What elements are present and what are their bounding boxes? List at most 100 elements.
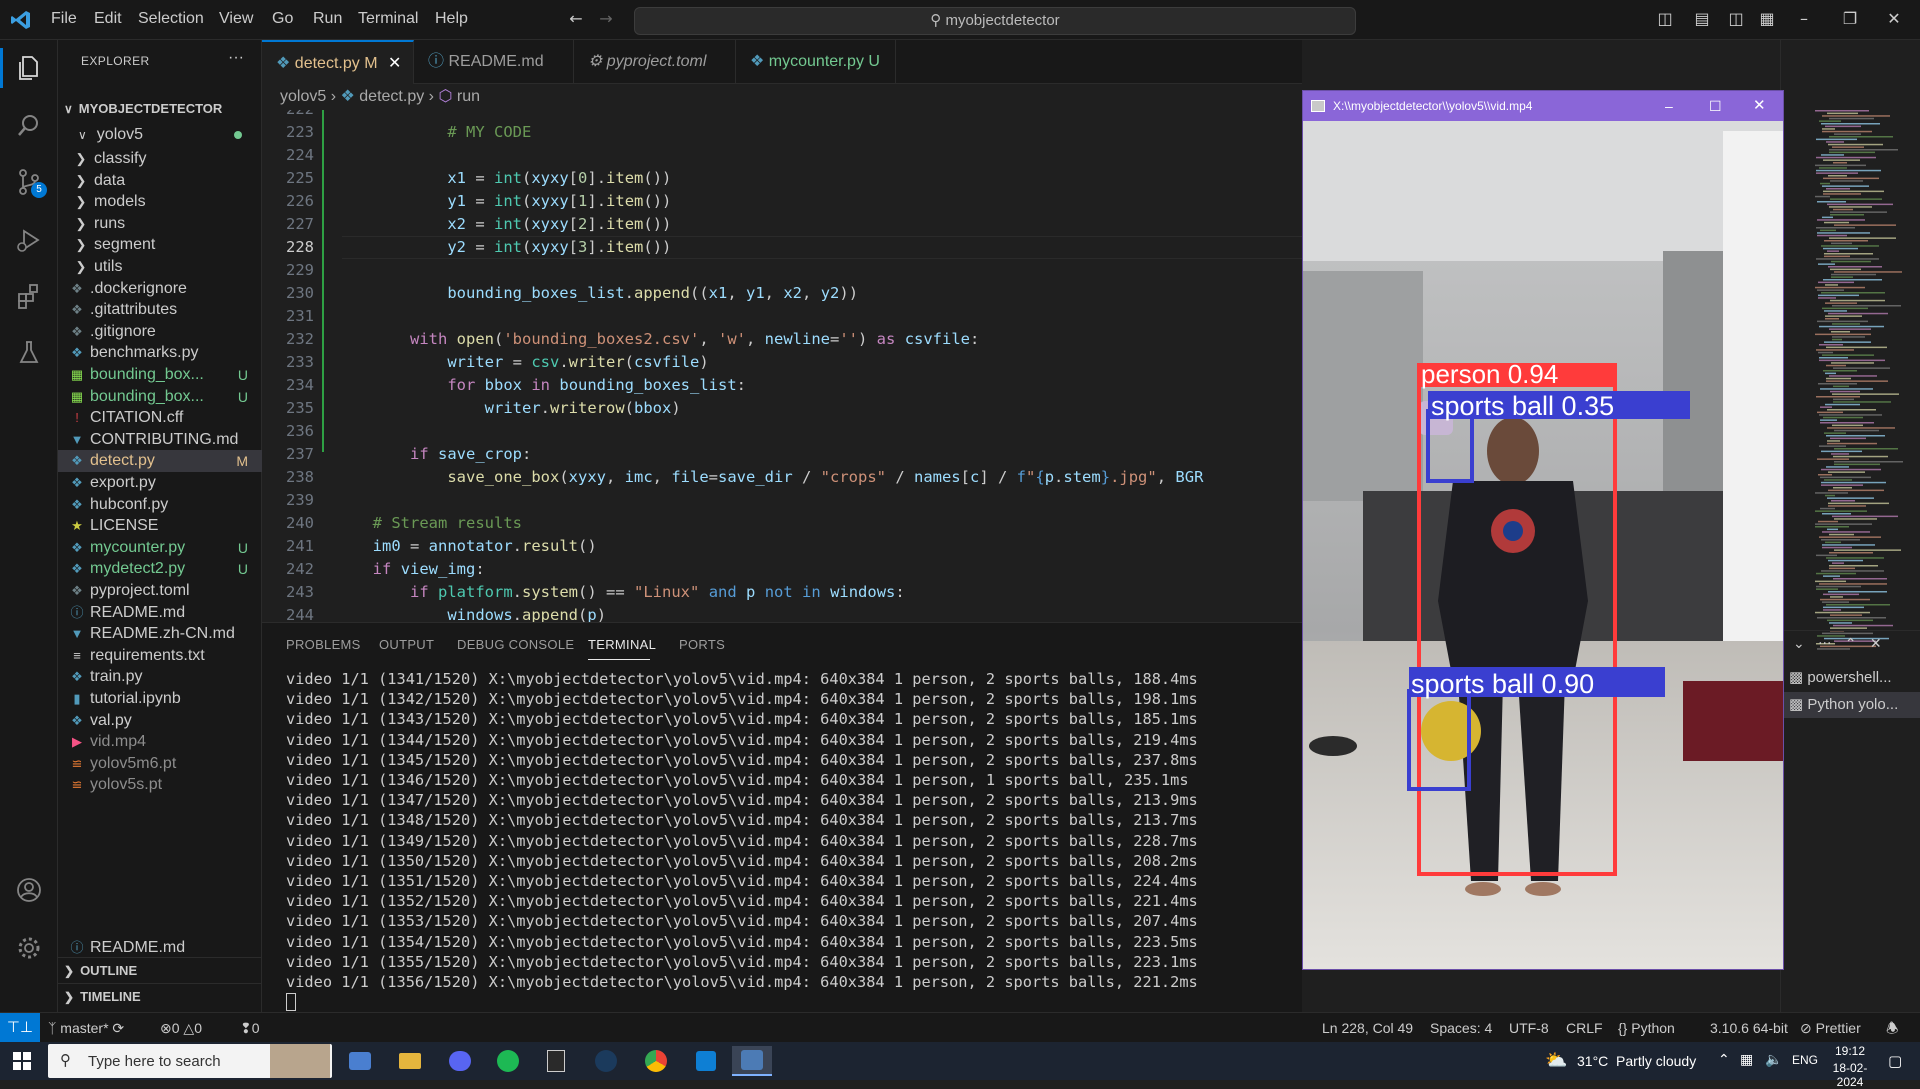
menu-run[interactable]: Run <box>313 10 342 28</box>
forward-arrow-icon[interactable]: → <box>596 9 616 29</box>
tab-mycounter[interactable]: ❖ mycounter.py U <box>736 40 896 84</box>
explorer-file[interactable]: ❖ pyproject.toml <box>58 580 262 602</box>
explorer-file[interactable]: ❖ detect.py M <box>58 450 262 473</box>
network-icon[interactable]: ▦ <box>1740 1052 1753 1068</box>
command-center-search[interactable]: ⚲ myobjectdetector <box>634 7 1356 35</box>
breadcrumb-symbol[interactable]: run <box>457 88 480 105</box>
show-hidden-icons-chevron-icon[interactable]: ⌃ <box>1718 1052 1730 1068</box>
explorer-folder[interactable]: ❯ models <box>58 191 262 213</box>
tab-detect-py[interactable]: ❖ detect.py M ✕ <box>262 40 414 84</box>
panel-tab-problems[interactable]: PROBLEMS <box>286 637 361 652</box>
prettier-status[interactable]: ⊘ Prettier <box>1800 1013 1861 1043</box>
folder-yolov5[interactable]: ∨ yolov5 <box>58 122 262 148</box>
minimap[interactable] <box>1811 110 1920 660</box>
windows-start-icon[interactable] <box>2 1046 42 1076</box>
file-explorer-icon[interactable] <box>390 1046 430 1076</box>
terminal-item-powershell[interactable]: ▩ powershell... <box>1789 666 1920 690</box>
close-window-icon[interactable]: ✕ <box>1884 9 1904 29</box>
explorer-file[interactable]: ▮ tutorial.ipynb <box>58 688 262 710</box>
problems-indicator[interactable]: ⊗0 △0 <box>160 1013 202 1043</box>
encoding[interactable]: UTF-8 <box>1509 1013 1549 1043</box>
search-view-icon[interactable] <box>9 106 49 146</box>
spotify-icon[interactable] <box>488 1046 528 1076</box>
more-actions-icon[interactable]: ··· <box>228 49 244 67</box>
close-window-icon[interactable]: ✕ <box>1753 91 1766 121</box>
menu-terminal[interactable]: Terminal <box>358 10 418 28</box>
explorer-file[interactable]: ❖ hubconf.py <box>58 494 262 516</box>
python-interpreter[interactable]: 3.10.6 64-bit <box>1710 1013 1788 1043</box>
branch-indicator[interactable]: ᛉ master* ⟳ <box>48 1013 124 1043</box>
explorer-file[interactable]: ⓘ README.md <box>58 602 262 624</box>
settings-gear-icon[interactable] <box>9 928 49 968</box>
python-window-taskbar-icon[interactable] <box>732 1046 772 1076</box>
explorer-file[interactable]: ▼ README.zh-CN.md <box>58 623 262 645</box>
menu-edit[interactable]: Edit <box>94 10 122 28</box>
explorer-file[interactable]: ≡ requirements.txt <box>58 645 262 667</box>
menu-view[interactable]: View <box>219 10 253 28</box>
explorer-folder[interactable]: ❯ runs <box>58 213 262 235</box>
explorer-file[interactable]: ❖ val.py <box>58 710 262 732</box>
panel-tab-debug-console[interactable]: DEBUG CONSOLE <box>457 637 574 652</box>
panel-tab-terminal[interactable]: TERMINAL <box>588 637 656 652</box>
maximize-icon[interactable]: ☐ <box>1709 91 1722 121</box>
code-editor[interactable]: 222 223 224 225 226 227 228 229 230 231 232 233 234 2… <box>262 110 1302 622</box>
minimize-icon[interactable]: – <box>1794 9 1814 29</box>
restore-icon[interactable]: ❐ <box>1840 9 1860 29</box>
extensions-icon[interactable] <box>9 276 49 316</box>
tab-readme[interactable]: ⓘ README.md <box>414 40 574 84</box>
epic-games-icon[interactable] <box>536 1046 576 1076</box>
explorer-folder[interactable]: ❯ data <box>58 170 262 192</box>
toggle-panel-icon[interactable]: ▤ <box>1692 9 1712 29</box>
explorer-file[interactable]: ❖ .gitignore <box>58 321 262 343</box>
explorer-file[interactable]: ❖ train.py <box>58 666 262 688</box>
testing-flask-icon[interactable] <box>9 332 49 372</box>
terminal-item-python[interactable]: ▩ Python yolo... <box>1781 692 1920 718</box>
toggle-secondary-sidebar-icon[interactable]: ◫ <box>1726 9 1746 29</box>
taskbar-search-box[interactable]: ⚲ Type here to search <box>48 1044 332 1078</box>
volume-icon[interactable]: 🔈 <box>1765 1052 1782 1068</box>
explorer-file[interactable]: ❖ mycounter.py U <box>58 537 262 559</box>
vscode-taskbar-icon[interactable] <box>686 1046 726 1076</box>
explorer-file[interactable]: ▦ bounding_box... U <box>58 386 262 408</box>
explorer-file[interactable]: ★ LICENSE <box>58 515 262 537</box>
source-control-icon[interactable]: 5 <box>9 162 49 202</box>
workspace-root[interactable]: ∨ MYOBJECTDETECTOR <box>58 96 262 122</box>
ports-indicator[interactable]: ❢0 <box>240 1013 260 1043</box>
run-debug-icon[interactable] <box>9 220 49 260</box>
explorer-file[interactable]: ❖ .gitattributes <box>58 299 262 321</box>
end-of-line[interactable]: CRLF <box>1566 1013 1603 1043</box>
indentation[interactable]: Spaces: 4 <box>1430 1013 1492 1043</box>
remote-indicator-icon[interactable]: ⊤⊥ <box>0 1013 40 1043</box>
language-mode[interactable]: {} Python <box>1618 1013 1675 1043</box>
menu-selection[interactable]: Selection <box>138 10 204 28</box>
account-icon[interactable] <box>9 870 49 910</box>
chrome-icon[interactable] <box>636 1046 676 1076</box>
explorer-file[interactable]: ▦ bounding_box... U <box>58 364 262 386</box>
video-preview-window[interactable]: X:\\myobjectdetector\\yolov5\\vid.mp4 – … <box>1302 90 1784 970</box>
notification-center-icon[interactable]: ▢ <box>1888 1052 1902 1070</box>
explorer-file[interactable]: ❖ benchmarks.py <box>58 342 262 364</box>
explorer-folder[interactable]: ❯ utils <box>58 256 262 278</box>
toggle-primary-sidebar-icon[interactable]: ◫ <box>1655 9 1675 29</box>
breadcrumb-folder[interactable]: yolov5 <box>280 88 326 105</box>
minimize-icon[interactable]: – <box>1665 91 1673 121</box>
video-window-titlebar[interactable]: X:\\myobjectdetector\\yolov5\\vid.mp4 – … <box>1303 91 1783 121</box>
explorer-file[interactable]: ❖ .dockerignore <box>58 278 262 300</box>
explorer-file[interactable]: ▶ vid.mp4 <box>58 731 262 753</box>
weather-icon[interactable]: ⛅ <box>1545 1050 1567 1071</box>
menu-file[interactable]: File <box>51 10 77 28</box>
explorer-file[interactable]: ! CITATION.cff <box>58 407 262 429</box>
language-indicator[interactable]: ENG <box>1792 1053 1818 1067</box>
close-tab-icon[interactable]: ✕ <box>388 55 401 72</box>
notifications-bell-icon[interactable]: 🕭 <box>1886 1013 1899 1043</box>
taskbar-app-icon[interactable] <box>340 1046 380 1076</box>
explorer-file[interactable]: ▼ CONTRIBUTING.md <box>58 429 262 451</box>
explorer-folder[interactable]: ❯ classify <box>58 148 262 170</box>
menu-go[interactable]: Go <box>272 10 293 28</box>
back-arrow-icon[interactable]: ← <box>566 9 586 29</box>
panel-tab-ports[interactable]: PORTS <box>679 637 725 652</box>
steam-icon[interactable] <box>586 1046 626 1076</box>
explorer-file[interactable]: ≌ yolov5m6.pt <box>58 753 262 775</box>
panel-tab-output[interactable]: OUTPUT <box>379 637 434 652</box>
explorer-icon[interactable] <box>9 48 49 88</box>
